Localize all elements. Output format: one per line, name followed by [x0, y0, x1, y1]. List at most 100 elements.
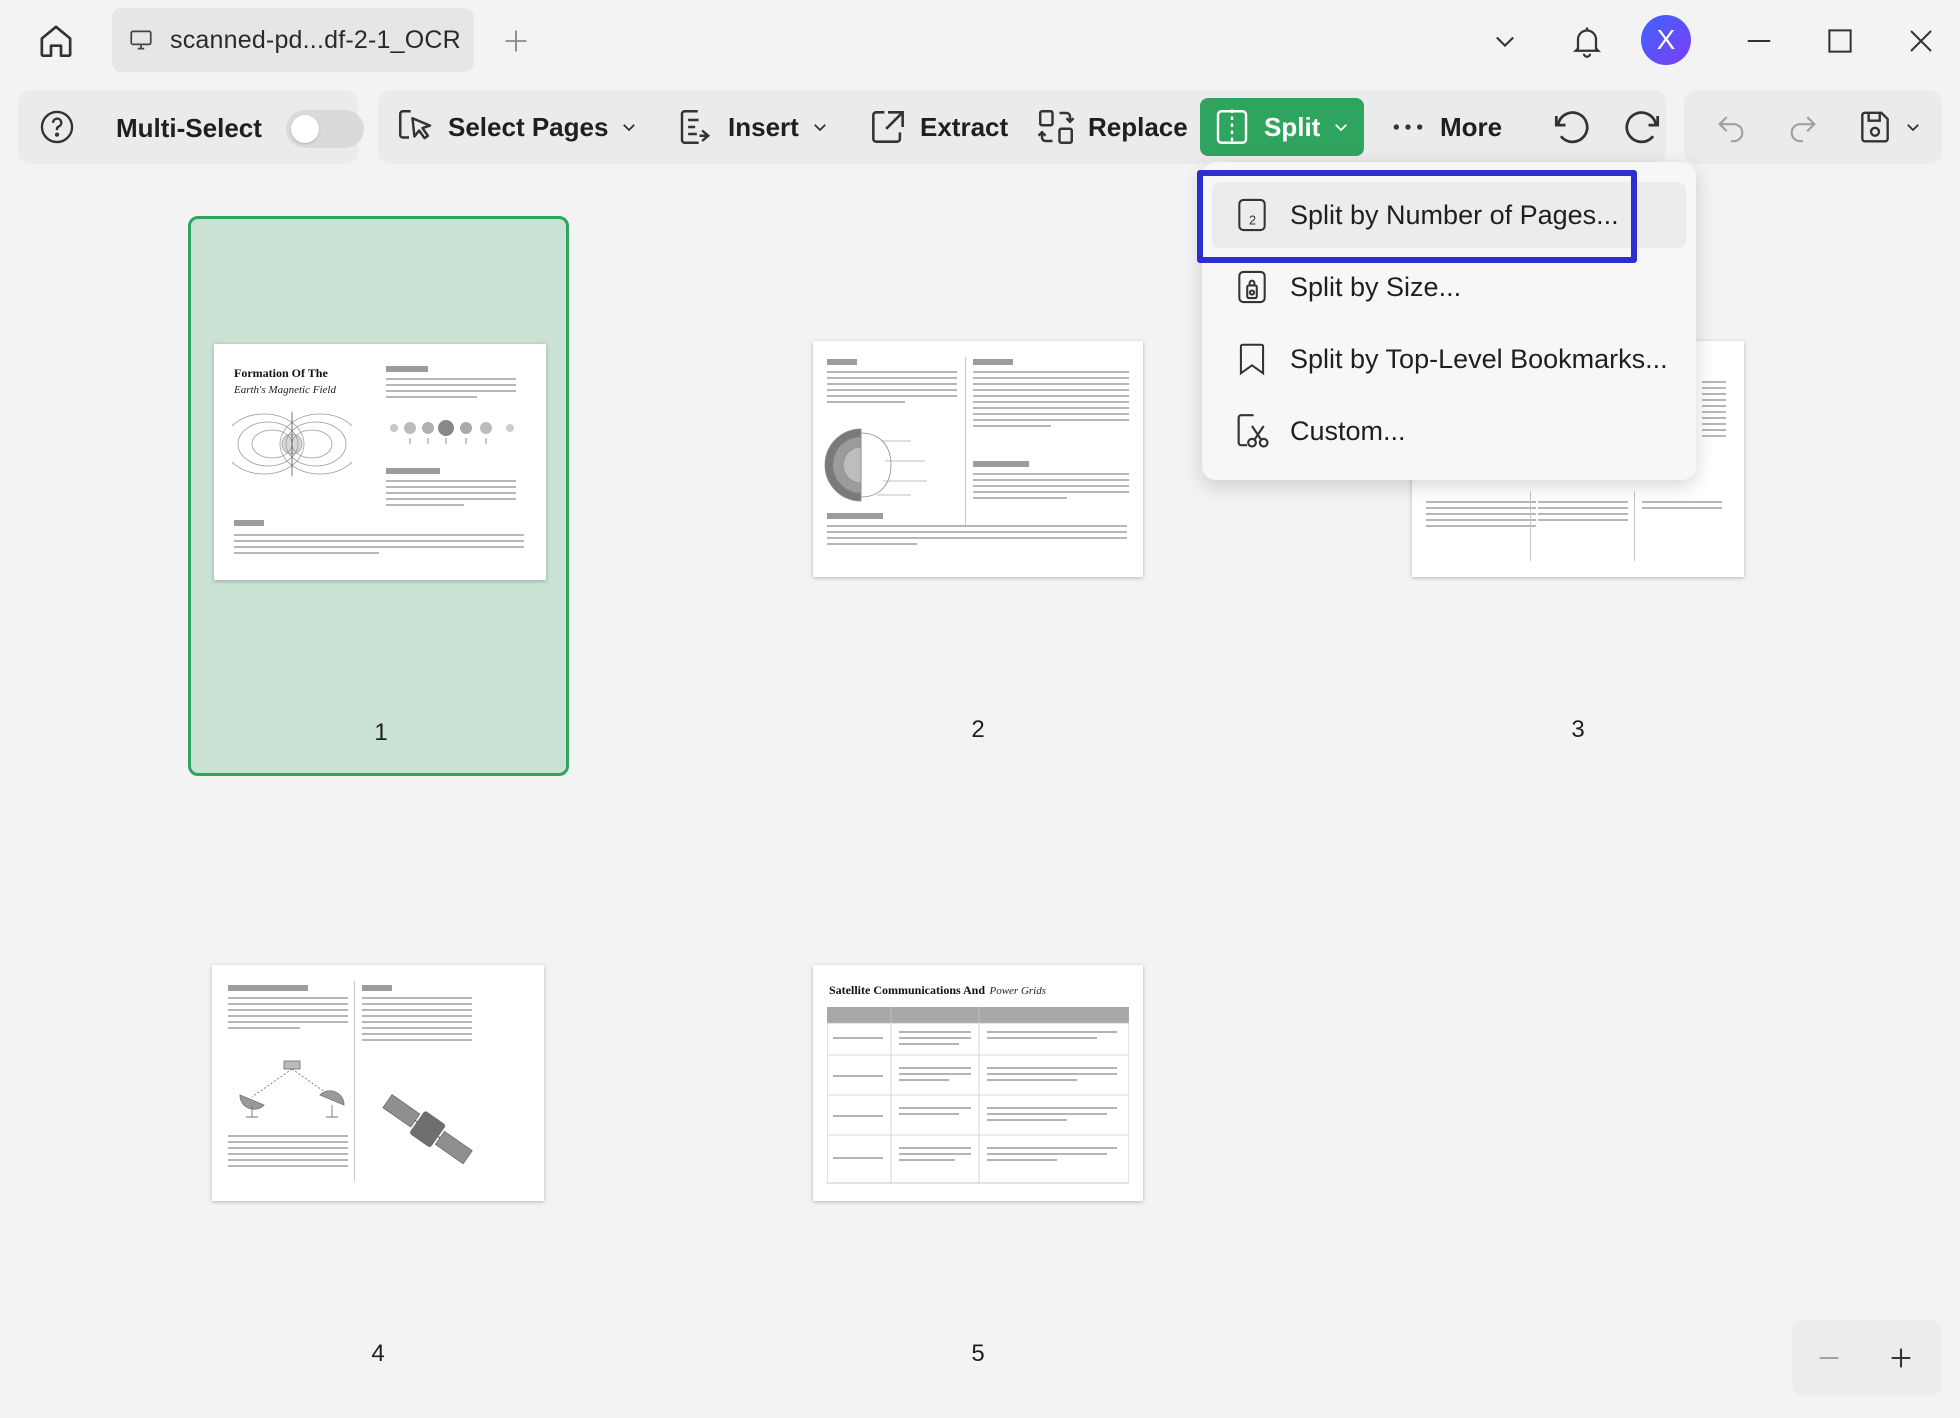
save-button[interactable] [1850, 102, 1900, 152]
replace-button[interactable]: Replace [1034, 98, 1188, 156]
page-card-4[interactable]: 4 [188, 840, 569, 1400]
text-block [973, 473, 1129, 503]
extract-icon [866, 105, 910, 149]
insert-button[interactable]: Insert [674, 98, 829, 156]
number-pages-icon: 2 [1232, 195, 1272, 235]
page-thumbnail-5: Satellite Communications And Power Grids [813, 965, 1143, 1201]
monitor-icon [126, 25, 156, 55]
toggle-knob [291, 115, 319, 143]
document-tab-title: scanned-pd...df-2-1_OCR [170, 25, 461, 54]
page-card-5[interactable]: Satellite Communications And Power Grids… [788, 840, 1169, 1400]
insert-icon [674, 105, 718, 149]
page-number-2: 2 [971, 716, 985, 743]
notifications-button[interactable] [1562, 12, 1612, 70]
more-dots-icon [1386, 105, 1430, 149]
text-block [234, 534, 524, 558]
page-number-1: 1 [374, 719, 388, 746]
insert-label: Insert [728, 111, 799, 142]
select-pages-icon [394, 105, 438, 149]
text-block [228, 997, 348, 1033]
plus-icon [1891, 1348, 1911, 1368]
page-5-title: Satellite Communications And Power Grids [829, 981, 1046, 999]
page-tools-toolbar: Select Pages Insert Extract Replace Spli… [378, 90, 1666, 164]
custom-split-item[interactable]: Custom... [1212, 398, 1686, 464]
minimize-button[interactable] [1734, 12, 1784, 70]
chevron-down-icon [1907, 124, 1919, 132]
split-by-number-of-pages-item[interactable]: 2 Split by Number of Pages... [1212, 182, 1686, 248]
tabs-dropdown-button[interactable] [1480, 12, 1530, 70]
split-by-bookmarks-label: Split by Top-Level Bookmarks... [1290, 343, 1668, 374]
split-by-size-item[interactable]: Split by Size... [1212, 254, 1686, 320]
section-header [386, 366, 428, 372]
chevron-down-icon [620, 118, 638, 136]
home-button[interactable] [30, 18, 82, 64]
chevron-down-icon [1496, 36, 1514, 48]
save-icon [1861, 111, 1889, 143]
chevron-down-icon [811, 118, 829, 136]
zoom-in-button[interactable] [1876, 1333, 1926, 1383]
text-block [228, 1135, 348, 1171]
column-divider [354, 981, 355, 1181]
page-number-4: 4 [371, 1340, 385, 1367]
page-5-title-bold: Satellite Communications And [829, 983, 986, 997]
custom-split-label: Custom... [1290, 415, 1406, 446]
select-pages-button[interactable]: Select Pages [394, 98, 638, 156]
section-header [234, 520, 264, 526]
scissors-icon [1232, 411, 1272, 451]
split-by-bookmarks-item[interactable]: Split by Top-Level Bookmarks... [1212, 326, 1686, 392]
user-avatar[interactable]: X [1641, 15, 1691, 65]
extract-label: Extract [920, 111, 1009, 142]
page-card-2[interactable]: 2 [788, 216, 1169, 776]
close-window-button[interactable] [1896, 12, 1946, 70]
satellite-image [382, 1094, 473, 1165]
text-block [827, 371, 957, 407]
page-thumbnail-2 [813, 341, 1143, 577]
zoom-out-button[interactable] [1804, 1333, 1854, 1383]
split-button[interactable]: Split [1200, 98, 1365, 156]
split-by-size-label: Split by Size... [1290, 271, 1462, 302]
redo-button[interactable] [1778, 102, 1828, 152]
minus-icon [1819, 1356, 1839, 1360]
more-button[interactable]: More [1386, 98, 1502, 156]
help-button[interactable] [38, 108, 76, 146]
split-dropdown-menu: 2 Split by Number of Pages... Split by S… [1202, 162, 1696, 480]
rotate-left-icon [1554, 111, 1589, 144]
save-options-button[interactable] [1898, 102, 1928, 152]
undo-button[interactable] [1706, 102, 1756, 152]
section-header [827, 359, 857, 365]
replace-label: Replace [1088, 111, 1188, 142]
page-card-1[interactable]: Formation Of The Earth's Magnetic Field … [188, 216, 569, 776]
rotate-left-button[interactable] [1546, 102, 1596, 152]
redo-icon [1790, 116, 1816, 143]
text-block [386, 378, 516, 402]
magnetic-field-diagram [232, 412, 352, 476]
undo-icon [1718, 116, 1744, 143]
section-header [362, 985, 392, 991]
replace-icon [1034, 105, 1078, 149]
new-tab-button[interactable] [496, 18, 536, 64]
page-number-5: 5 [971, 1340, 985, 1367]
page-5-title-italic: Power Grids [989, 985, 1046, 997]
comparison-table [827, 1007, 1129, 1184]
page-1-subtitle: Earth's Magnetic Field [234, 384, 336, 396]
plus-icon [505, 30, 527, 52]
maximize-button[interactable] [1815, 12, 1865, 70]
help-icon [40, 110, 74, 144]
multi-select-label: Multi-Select [116, 113, 262, 143]
multi-select-toggle[interactable] [286, 110, 364, 148]
page-1-title: Formation Of The [234, 366, 328, 380]
section-header [228, 985, 308, 991]
split-label: Split [1264, 111, 1321, 142]
extract-button[interactable]: Extract [866, 98, 1008, 156]
title-bar: scanned-pd...df-2-1_OCR X [0, 0, 1960, 82]
section-header [973, 359, 1013, 365]
column-divider [1634, 491, 1635, 561]
bell-icon [1573, 27, 1601, 58]
page-number-3: 3 [1571, 716, 1585, 743]
text-block [1642, 501, 1722, 513]
earth-layers-diagram [824, 428, 927, 502]
rotate-right-button[interactable] [1618, 102, 1668, 152]
split-icon [1210, 105, 1254, 149]
bookmark-icon [1232, 339, 1272, 379]
document-tab[interactable]: scanned-pd...df-2-1_OCR [112, 8, 474, 72]
